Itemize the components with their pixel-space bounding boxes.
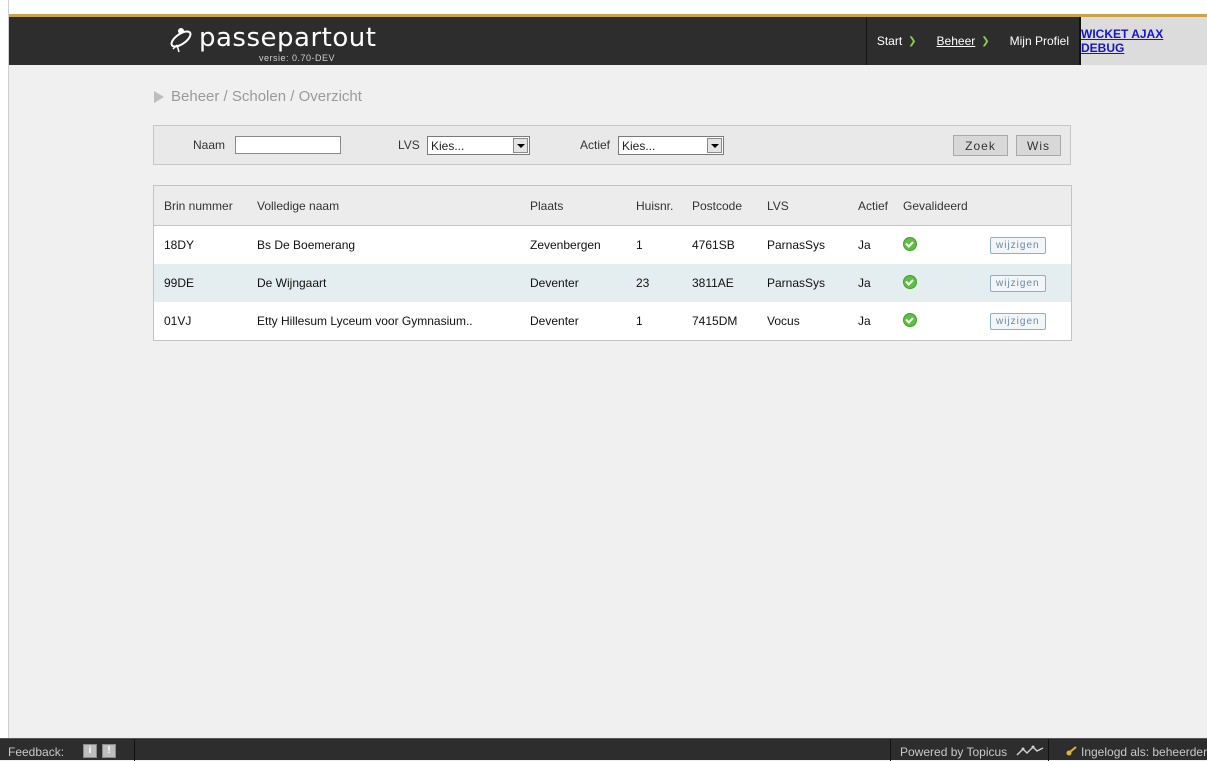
wijzigen-button[interactable]: wijzigen bbox=[990, 274, 1046, 292]
powered-by-label: Powered by Topicus bbox=[900, 745, 1008, 759]
alert-icon[interactable]: ! bbox=[102, 744, 116, 758]
top-strip bbox=[0, 0, 1207, 14]
scholen-table: Brin nummer Volledige naam Plaats Huisnr… bbox=[153, 185, 1072, 341]
table-row[interactable]: 01VJ Etty Hillesum Lyceum voor Gymnasium… bbox=[154, 302, 1071, 340]
cell-action: wijzigen bbox=[980, 226, 1071, 265]
dropdown-arrow-icon bbox=[513, 138, 528, 153]
cell-actief: Ja bbox=[858, 314, 871, 328]
logged-in-status[interactable]: Ingelogd als: beheerder bbox=[1066, 745, 1207, 759]
key-icon bbox=[1066, 746, 1077, 756]
footer-divider bbox=[134, 739, 135, 761]
cell-postcode: 3811AE bbox=[682, 264, 757, 302]
cell-gevalideerd bbox=[893, 226, 980, 265]
cell-action: wijzigen bbox=[980, 264, 1071, 302]
cell-actief: Ja bbox=[848, 264, 893, 302]
cell-brin: 18DY bbox=[164, 238, 195, 252]
nav-label: Start bbox=[876, 34, 903, 48]
naam-label: Naam bbox=[193, 138, 226, 152]
cell-huisnr: 23 bbox=[626, 264, 682, 302]
check-circle-icon bbox=[903, 274, 917, 289]
column-header[interactable]: Huisnr. bbox=[626, 186, 682, 226]
cell-plaats: Zevenbergen bbox=[530, 238, 601, 252]
column-header-actions bbox=[980, 186, 1071, 226]
column-header[interactable]: Brin nummer bbox=[154, 186, 247, 226]
lvs-select[interactable]: Kies... bbox=[427, 136, 530, 155]
left-margin bbox=[0, 0, 9, 760]
actief-select[interactable]: Kies... bbox=[618, 136, 724, 155]
lvs-label: LVS bbox=[398, 138, 420, 152]
naam-input[interactable] bbox=[235, 136, 341, 154]
dropdown-arrow-icon bbox=[707, 138, 722, 153]
cell-postcode: 7415DM bbox=[692, 314, 738, 328]
cell-lvs: ParnasSys bbox=[757, 264, 848, 302]
cell-naam: Bs De Boemerang bbox=[257, 238, 356, 252]
column-header[interactable]: Plaats bbox=[520, 186, 626, 226]
footer-bar: Feedback: i ! Powered by Topicus Ingelog… bbox=[0, 738, 1207, 761]
wijzigen-button[interactable]: wijzigen bbox=[990, 312, 1046, 330]
chevron-down-icon: ❯ bbox=[981, 35, 990, 47]
cell-huisnr: 1 bbox=[636, 238, 643, 252]
logo-version: versie: 0.70-DEV bbox=[259, 53, 336, 63]
wis-button[interactable]: Wis bbox=[1016, 135, 1061, 156]
feedback-label: Feedback: bbox=[8, 745, 65, 759]
footer-divider bbox=[890, 739, 891, 761]
cell-plaats: Deventer bbox=[530, 314, 579, 328]
table-row[interactable]: 99DE De Wijngaart Deventer 23 3811AE Par… bbox=[154, 264, 1071, 302]
actief-select-value: Kies... bbox=[622, 139, 656, 153]
column-header[interactable]: LVS bbox=[757, 186, 848, 226]
nav-item-beheer[interactable]: Beheer ❯ bbox=[927, 17, 1000, 65]
powered-by[interactable]: Powered by Topicus bbox=[900, 745, 1045, 759]
actief-label: Actief bbox=[580, 138, 611, 152]
cell-plaats: Deventer bbox=[520, 264, 626, 302]
column-header[interactable]: Postcode bbox=[682, 186, 757, 226]
cell-lvs: ParnasSys bbox=[767, 238, 826, 252]
footer-divider bbox=[1048, 739, 1049, 761]
wijzigen-button[interactable]: wijzigen bbox=[990, 236, 1046, 254]
table-header-row: Brin nummer Volledige naam Plaats Huisnr… bbox=[154, 186, 1071, 226]
logged-in-label: Ingelogd als: beheerder bbox=[1081, 745, 1207, 759]
info-icon[interactable]: i bbox=[83, 744, 97, 758]
debug-label: WICKET AJAX DEBUG bbox=[1081, 27, 1164, 55]
breadcrumb-text: Beheer / Scholen / Overzicht bbox=[171, 88, 362, 105]
cell-lvs: Vocus bbox=[767, 314, 800, 328]
cell-brin: 01VJ bbox=[164, 314, 192, 328]
nav-item-profiel[interactable]: Mijn Profiel bbox=[1000, 17, 1079, 65]
check-circle-icon bbox=[903, 312, 917, 327]
triangle-right-icon bbox=[154, 90, 164, 103]
cell-brin: 99DE bbox=[154, 264, 247, 302]
column-header[interactable]: Volledige naam bbox=[247, 186, 520, 226]
cell-postcode: 4761SB bbox=[692, 238, 735, 252]
nav-item-start[interactable]: Start ❯ bbox=[867, 17, 927, 65]
chevron-down-icon: ❯ bbox=[908, 35, 917, 47]
cell-gevalideerd bbox=[893, 264, 980, 302]
logo-mark-icon bbox=[170, 28, 192, 53]
table-row[interactable]: 18DY Bs De Boemerang Zevenbergen 1 4761S… bbox=[154, 226, 1071, 265]
cell-gevalideerd bbox=[893, 302, 980, 340]
column-header[interactable]: Gevalideerd bbox=[893, 186, 980, 226]
main-nav: Start ❯ Beheer ❯ Mijn Profiel WICKET AJA… bbox=[865, 17, 1207, 65]
cell-actief: Ja bbox=[858, 238, 871, 252]
zoek-button[interactable]: Zoek bbox=[953, 135, 1008, 156]
lvs-select-value: Kies... bbox=[431, 139, 465, 153]
check-circle-icon bbox=[903, 236, 917, 251]
nav-label: Beheer bbox=[936, 34, 976, 48]
column-header[interactable]: Actief bbox=[848, 186, 893, 226]
filter-panel: Naam LVS Kies... Actief Kies... Zoek Wis bbox=[153, 125, 1071, 165]
cell-naam: De Wijngaart bbox=[247, 264, 520, 302]
header-bar: passepartout versie: 0.70-DEV Start ❯ Be… bbox=[9, 14, 1207, 65]
logo-name: passepartout bbox=[199, 23, 377, 53]
logo[interactable]: passepartout versie: 0.70-DEV bbox=[159, 21, 376, 65]
breadcrumb: Beheer / Scholen / Overzicht bbox=[154, 88, 362, 105]
cell-action: wijzigen bbox=[980, 302, 1071, 340]
wicket-ajax-debug-link[interactable]: WICKET AJAX DEBUG bbox=[1079, 17, 1207, 65]
topicus-logo-icon bbox=[1016, 745, 1043, 756]
cell-naam: Etty Hillesum Lyceum voor Gymnasium.. bbox=[257, 314, 473, 328]
cell-huisnr: 1 bbox=[636, 314, 643, 328]
nav-label: Mijn Profiel bbox=[1009, 34, 1069, 48]
